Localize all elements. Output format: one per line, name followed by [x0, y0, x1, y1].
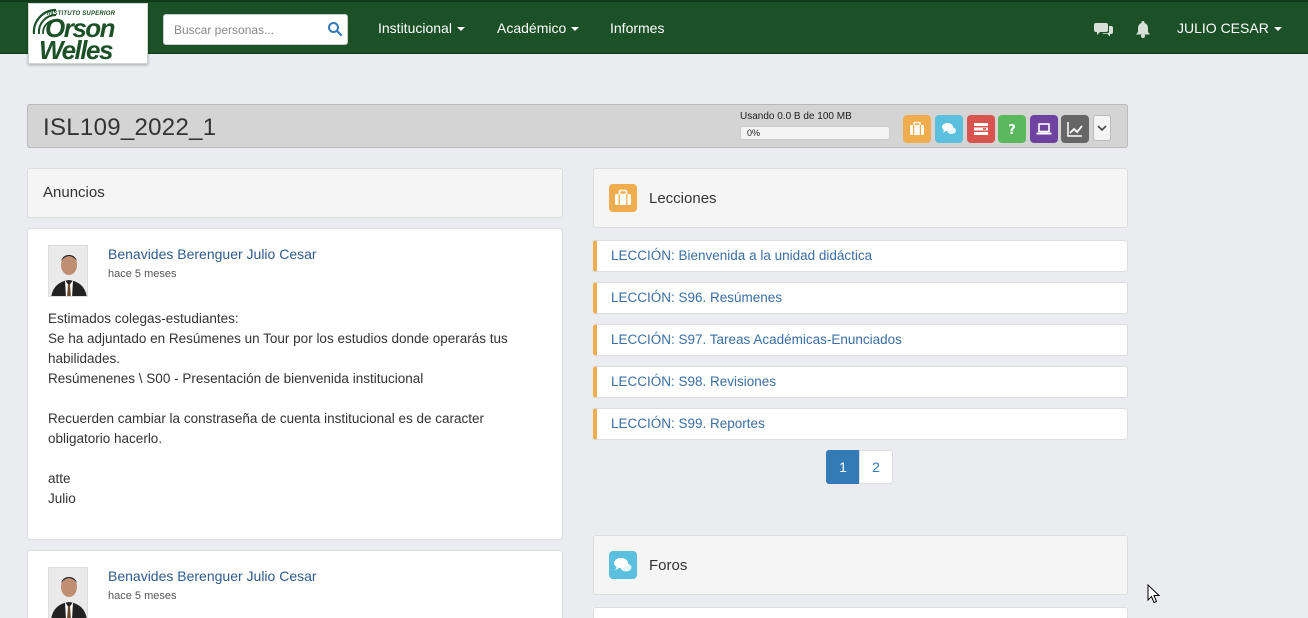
chat-icon[interactable]: [1094, 19, 1114, 39]
avatar[interactable]: [48, 567, 88, 618]
menu-informes-label: Informes: [610, 20, 665, 36]
post-line: habilidades.: [48, 351, 121, 366]
top-navbar: Institucional Académico Informes JULIO C…: [0, 0, 1308, 54]
mouse-cursor-icon: [1147, 584, 1161, 604]
course-title: ISL109_2022_1: [43, 114, 217, 141]
question-icon: ?: [1008, 123, 1016, 137]
chat-icon: [609, 551, 637, 579]
caret-down-icon: [1273, 27, 1282, 32]
more-options-button[interactable]: [1093, 115, 1111, 141]
search-icon[interactable]: [327, 21, 343, 37]
user-name: JULIO CESAR: [1177, 20, 1269, 36]
laptop-icon: [1036, 123, 1052, 135]
search-box[interactable]: [163, 14, 348, 45]
lessons-panel-header: Lecciones: [593, 168, 1128, 228]
forums-panel-header: Foros: [593, 535, 1128, 595]
lesson-link[interactable]: LECCIÓN: S96. Resúmenes: [611, 290, 782, 305]
bell-icon[interactable]: [1133, 19, 1153, 39]
menu-academico-label: Académico: [497, 20, 567, 36]
lesson-link[interactable]: LECCIÓN: Bienvenida a la unidad didáctic…: [611, 248, 872, 263]
menu-informes[interactable]: Informes: [610, 20, 664, 36]
caret-down-icon: [571, 27, 580, 32]
lesson-item[interactable]: LECCIÓN: S99. Reportes: [593, 408, 1128, 440]
avatar[interactable]: [48, 245, 88, 297]
caret-down-icon: [456, 27, 465, 32]
pagination-page-2[interactable]: 2: [859, 450, 893, 484]
forum-item[interactable]: [593, 607, 1128, 618]
reports-button[interactable]: [1061, 115, 1089, 143]
lesson-item[interactable]: LECCIÓN: S98. Revisiones: [593, 366, 1128, 398]
avatar-photo: [49, 246, 87, 296]
lesson-link[interactable]: LECCIÓN: S98. Revisiones: [611, 374, 776, 389]
course-header: ISL109_2022_1 Usando 0.0 B de 100 MB 0% …: [27, 104, 1128, 148]
quiz-button[interactable]: ?: [998, 115, 1026, 143]
menu-institucional[interactable]: Institucional: [378, 20, 465, 36]
announcement-card: Benavides Berenguer Julio Cesar hace 5 m…: [27, 228, 563, 540]
announcements-title: Anuncios: [43, 184, 105, 201]
svg-text:?: ?: [1008, 123, 1016, 137]
search-input[interactable]: [174, 21, 324, 39]
announcement-card: Benavides Berenguer Julio Cesar hace 5 m…: [27, 550, 563, 618]
menu-academico[interactable]: Académico: [497, 20, 580, 36]
post-line: [48, 449, 538, 469]
post-time: hace 5 meses: [108, 268, 177, 280]
post-line: Estimados colegas-estudiantes:: [48, 311, 239, 326]
post-line: [48, 389, 538, 409]
tasks-button[interactable]: [967, 115, 995, 143]
post-author-link[interactable]: Benavides Berenguer Julio Cesar: [108, 568, 317, 584]
storage-label: Usando 0.0 B de 100 MB: [740, 111, 852, 122]
post-line: Se ha adjuntado en Resúmenes un Tour por…: [48, 331, 508, 346]
storage-progress-bar: 0%: [740, 126, 890, 140]
lesson-link[interactable]: LECCIÓN: S97. Tareas Académicas-Enunciad…: [611, 332, 902, 347]
forums-button[interactable]: [935, 115, 963, 143]
post-line: obligatorio hacerlo.: [48, 431, 163, 446]
post-line: atte: [48, 471, 71, 486]
post-body: Estimados colegas-estudiantes: Se ha adj…: [48, 309, 538, 509]
user-menu[interactable]: JULIO CESAR: [1177, 20, 1282, 36]
logo-word-welles: Welles: [39, 35, 113, 64]
forums-title: Foros: [649, 557, 688, 574]
post-line: Resúmenenes \ S00 - Presentación de bien…: [48, 371, 424, 386]
chat-icon: [942, 123, 956, 134]
briefcase-icon: [910, 121, 924, 135]
lesson-item[interactable]: LECCIÓN: Bienvenida a la unidad didáctic…: [593, 240, 1128, 272]
list-icon: [974, 123, 988, 135]
post-line: Recuerden cambiar la constraseña de cuen…: [48, 411, 484, 426]
menu-institucional-label: Institucional: [378, 20, 452, 36]
announcements-panel-header: Anuncios: [27, 168, 563, 218]
post-time: hace 5 meses: [108, 590, 177, 602]
pagination-page-1[interactable]: 1: [826, 450, 860, 484]
lesson-item[interactable]: LECCIÓN: S97. Tareas Académicas-Enunciad…: [593, 324, 1128, 356]
lesson-item[interactable]: LECCIÓN: S96. Resúmenes: [593, 282, 1128, 314]
chart-line-icon: [1067, 122, 1083, 137]
post-line: Julio: [48, 491, 76, 506]
chevron-down-icon: [1097, 125, 1107, 132]
post-author-link[interactable]: Benavides Berenguer Julio Cesar: [108, 246, 317, 262]
briefcase-icon: [609, 184, 637, 212]
lesson-link[interactable]: LECCIÓN: S99. Reportes: [611, 416, 765, 431]
storage-percent: 0%: [747, 128, 761, 138]
lessons-title: Lecciones: [649, 190, 717, 207]
institution-logo[interactable]: INSTITUTO SUPERIOR Orson Welles: [28, 3, 148, 64]
avatar-photo: [49, 568, 87, 618]
virtual-class-button[interactable]: [1030, 115, 1058, 143]
lessons-button[interactable]: [903, 115, 931, 143]
